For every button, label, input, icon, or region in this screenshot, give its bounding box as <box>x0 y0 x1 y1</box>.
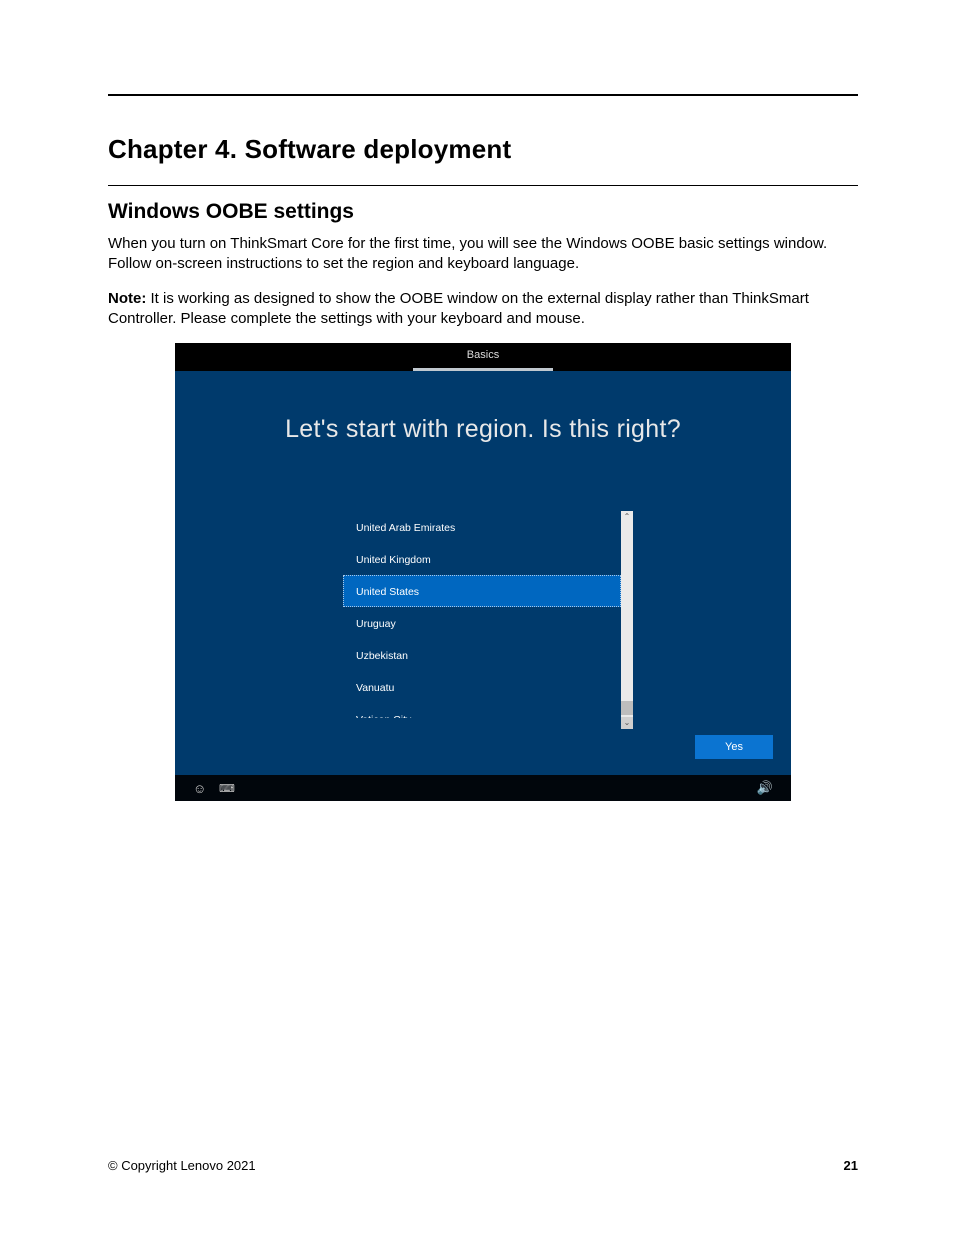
oobe-screenshot: Basics Let's start with region. Is this … <box>175 343 791 801</box>
region-item[interactable]: Uzbekistan <box>343 639 621 671</box>
scroll-down-icon[interactable]: ⌄ <box>621 717 633 729</box>
region-list[interactable]: United Arab EmiratesUnited KingdomUnited… <box>343 511 621 729</box>
region-item[interactable]: Uruguay <box>343 607 621 639</box>
region-item[interactable]: Vatican City <box>343 703 621 719</box>
top-rule <box>108 94 858 96</box>
region-scrollbar[interactable]: ⌃ ⌄ <box>621 511 633 729</box>
region-item[interactable]: United States <box>343 575 621 607</box>
volume-icon[interactable]: 🔊 <box>757 780 773 796</box>
footer-copyright: © Copyright Lenovo 2021 <box>108 1158 256 1173</box>
oobe-tab-basics[interactable]: Basics <box>413 343 553 371</box>
oobe-tab-underline <box>413 368 553 371</box>
mid-rule <box>108 185 858 186</box>
oobe-tab-label: Basics <box>467 349 499 361</box>
oobe-heading: Let's start with region. Is this right? <box>175 415 791 444</box>
page-footer: © Copyright Lenovo 2021 21 <box>108 1158 858 1173</box>
scroll-thumb[interactable] <box>621 701 633 715</box>
note-paragraph: Note: It is working as designed to show … <box>108 289 858 330</box>
chapter-title: Chapter 4. Software deployment <box>108 134 858 165</box>
accessibility-icon[interactable]: ☺ <box>193 781 206 796</box>
input-method-icon[interactable]: ⌨ <box>219 782 235 796</box>
note-label: Note: <box>108 290 146 307</box>
oobe-bottom-bar: ☺ ⌨ 🔊 <box>175 775 791 801</box>
section-title: Windows OOBE settings <box>108 200 858 224</box>
footer-page-number: 21 <box>844 1158 858 1173</box>
intro-paragraph: When you turn on ThinkSmart Core for the… <box>108 234 858 275</box>
yes-button[interactable]: Yes <box>695 735 773 759</box>
scroll-up-icon[interactable]: ⌃ <box>621 511 633 523</box>
region-list-wrap: United Arab EmiratesUnited KingdomUnited… <box>343 511 633 729</box>
note-body: It is working as designed to show the OO… <box>108 290 809 327</box>
region-item[interactable]: United Arab Emirates <box>343 511 621 543</box>
region-item[interactable]: United Kingdom <box>343 543 621 575</box>
region-item[interactable]: Vanuatu <box>343 671 621 703</box>
oobe-top-bar: Basics <box>175 343 791 371</box>
